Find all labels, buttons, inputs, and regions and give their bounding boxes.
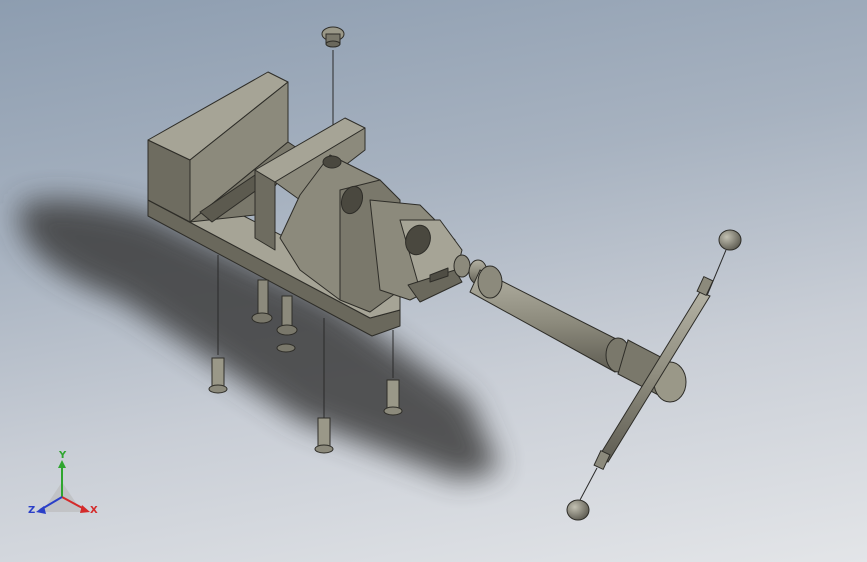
axis-y-label: Y [59, 450, 67, 461]
cad-model-scene[interactable] [0, 0, 867, 562]
axis-z-label: Z [28, 505, 36, 516]
handle-bar-icon[interactable] [593, 275, 714, 471]
view-triad[interactable] [36, 460, 90, 514]
graphics-viewport[interactable]: Y X Z [0, 0, 867, 562]
axis-x-label: X [90, 505, 98, 516]
